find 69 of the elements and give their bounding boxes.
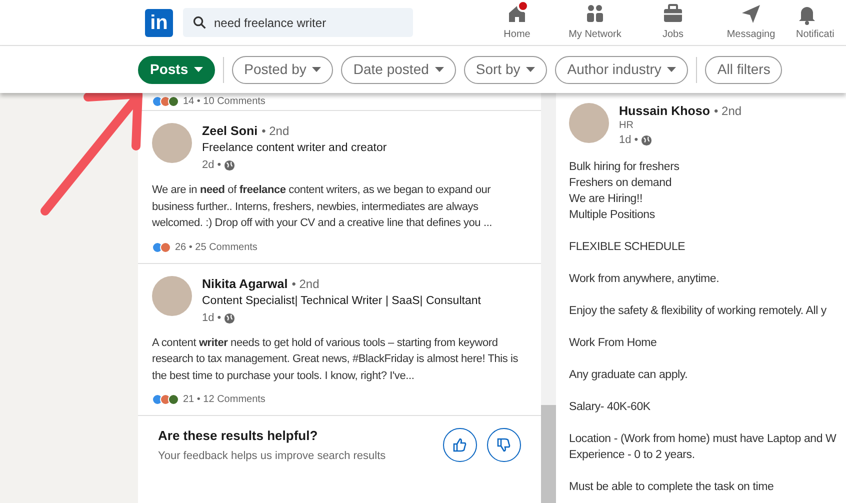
post-time: 2d • xyxy=(202,158,222,173)
filter-button[interactable]: Date posted xyxy=(341,56,456,84)
filter-button[interactable]: All filters xyxy=(705,56,782,84)
post-text-line: Experience - 0 to 2 years. xyxy=(569,448,696,463)
post-text-line: Freshers on demand xyxy=(569,176,673,191)
post-text-line: We are Hiring!! xyxy=(569,192,644,207)
linkedin-logo[interactable]: in xyxy=(145,8,173,36)
thumbs-up-button[interactable] xyxy=(443,428,477,462)
thumbs-down-icon xyxy=(496,437,512,453)
filter-button[interactable]: Posts xyxy=(138,56,216,84)
author-headline: Content Specialist| Technical Writer | SaaS| Consultant xyxy=(202,294,481,308)
connection-degree: • 2nd xyxy=(292,276,320,292)
connection-degree: • 2nd xyxy=(262,123,290,140)
reaction-icon xyxy=(168,394,179,405)
filter-button[interactable]: Sort by xyxy=(464,56,548,84)
post-text-line: Multiple Positions xyxy=(569,208,656,223)
briefcase-icon xyxy=(662,3,684,25)
post-text-line: Must be able to complete the task on time xyxy=(569,480,775,495)
thumbs-up-icon xyxy=(452,437,468,453)
scrollbar-thumb[interactable] xyxy=(541,405,556,503)
nav-item[interactable]: Home xyxy=(478,0,556,45)
search-field[interactable]: need freelance writer xyxy=(183,8,413,37)
post-text-line: Any graduate can apply. xyxy=(569,368,689,383)
reaction-icon xyxy=(152,242,163,252)
post-text-line: Work From Home xyxy=(569,336,658,351)
home-icon xyxy=(506,3,528,25)
globe-icon xyxy=(641,135,652,146)
reaction-icon xyxy=(160,96,171,107)
reaction-count[interactable]: 14 • 10 Comments xyxy=(183,94,266,109)
author-headline: HR xyxy=(619,120,634,132)
avatar[interactable] xyxy=(152,123,192,163)
reaction-icon xyxy=(152,96,163,107)
feedback-subtitle: Your feedback helps us improve search results xyxy=(158,448,387,464)
author-headline: Freelance content writer and creator xyxy=(202,141,387,156)
connection-degree: • 2nd xyxy=(714,103,742,120)
globe-icon xyxy=(224,160,236,171)
search-icon xyxy=(193,16,206,29)
post-time: 1d • xyxy=(202,310,222,326)
reaction-count[interactable]: 26 • 25 Comments xyxy=(175,240,258,254)
reaction-icon xyxy=(160,394,171,405)
post-text-line: Location - (Work from home) must have Laptop and W xyxy=(569,432,838,447)
reaction-icon xyxy=(168,96,179,107)
people-icon xyxy=(584,3,606,25)
globe-icon xyxy=(224,312,236,324)
author-name[interactable]: Zeel Soni xyxy=(202,123,258,140)
thumbs-down-button[interactable] xyxy=(487,428,521,462)
post-time: 1d • xyxy=(619,133,638,148)
avatar[interactable] xyxy=(152,276,192,316)
reaction-icon xyxy=(152,394,163,405)
paper-plane-icon xyxy=(740,3,762,25)
filter-button[interactable]: Author industry xyxy=(555,56,688,84)
reaction-icon xyxy=(160,242,171,252)
nav-item[interactable]: Messaging xyxy=(712,0,790,45)
reaction-count[interactable]: 21 • 12 Comments xyxy=(183,392,266,407)
post-text-line: Salary- 40K-60K xyxy=(569,400,652,415)
post-text-line: Bulk hiring for freshers xyxy=(569,160,680,175)
nav-item[interactable]: Jobs xyxy=(634,0,712,45)
post-text-line: Work from anywhere, anytime. xyxy=(569,272,720,287)
nav-item[interactable]: My Network xyxy=(556,0,634,45)
author-name[interactable]: Hussain Khoso xyxy=(619,103,710,120)
avatar[interactable] xyxy=(569,103,609,143)
nav-item[interactable]: Notificati xyxy=(790,0,846,45)
filter-button[interactable]: Posted by xyxy=(232,56,334,84)
post-text-line: Enjoy the safety & flexibility of working remotely. All y xyxy=(569,304,828,319)
post-text: We are in need of freelance content writers, as we began to expand our business further.. Interns, freshers, newbies, intermediates are always welcomed. :) Drop off with your CV and a creative line that defines you ... xyxy=(152,183,494,231)
feedback-title: Are these results helpful? xyxy=(158,427,319,445)
post-text: A content writer needs to get hold of various tools – starting from keyword research to tax management. Great news, #BlackFriday is almost here! This is the best time to purchase your tools. I know, right? I've... xyxy=(152,336,520,384)
author-name[interactable]: Nikita Agarwal xyxy=(202,276,288,292)
post-text-line: FLEXIBLE SCHEDULE xyxy=(569,240,686,255)
